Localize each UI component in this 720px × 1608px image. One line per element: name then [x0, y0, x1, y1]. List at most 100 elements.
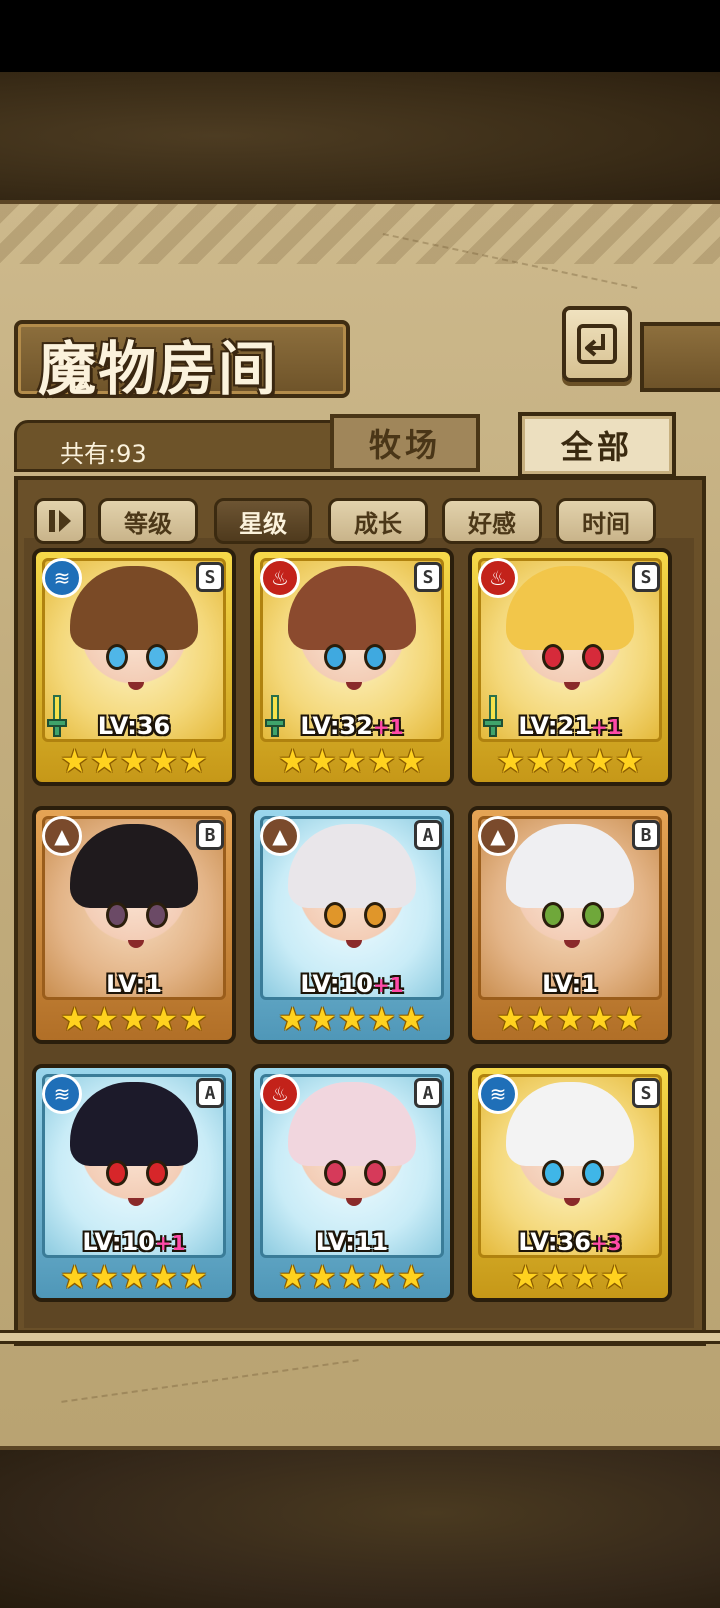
star-icon: ★	[496, 742, 525, 780]
monster-eye	[146, 1160, 168, 1186]
filter-time-button[interactable]: 时间	[556, 498, 656, 544]
rank-badge: A	[196, 1078, 224, 1108]
sort-order-button[interactable]	[34, 498, 86, 544]
level-value: LV:1	[542, 970, 598, 998]
star-rating: ★ ★ ★ ★ ★	[472, 1002, 668, 1036]
star-rating: ★ ★ ★ ★ ★	[472, 744, 668, 778]
monster-card[interactable]: ▲ B LV:1 ★ ★ ★ ★ ★	[32, 806, 236, 1044]
level-value: LV:1	[106, 970, 162, 998]
star-icon: ★	[525, 1000, 555, 1038]
level-label: LV:1	[36, 970, 232, 998]
level-bonus: +1	[154, 1231, 186, 1255]
monster-eye	[364, 902, 386, 928]
star-icon: ★	[525, 742, 555, 780]
level-bonus: +3	[590, 1231, 622, 1255]
star-icon: ★	[367, 1258, 397, 1296]
earth-element-icon: ▲	[260, 816, 300, 856]
star-icon: ★	[278, 742, 307, 780]
monster-card[interactable]: ≋ A LV:10+1 ★ ★ ★ ★ ★	[32, 1064, 236, 1302]
monster-eye	[324, 1160, 346, 1186]
monster-eye	[542, 902, 564, 928]
star-icon: ★	[337, 742, 367, 780]
filter-level-button[interactable]: 等级	[98, 498, 198, 544]
monster-eye	[106, 644, 128, 670]
monster-card[interactable]: ▲ B LV:1 ★ ★ ★ ★ ★	[468, 806, 672, 1044]
back-button[interactable]	[562, 306, 632, 382]
star-icon: ★	[60, 1000, 89, 1038]
star-icon: ★	[149, 1258, 179, 1296]
filter-affection-button[interactable]: 好感	[442, 498, 542, 544]
monster-eye	[582, 1160, 604, 1186]
star-icon: ★	[397, 1000, 426, 1038]
star-icon: ★	[307, 742, 337, 780]
monster-eye	[364, 644, 386, 670]
monster-card[interactable]: ♨ S LV:32+1 ★ ★ ★ ★ ★	[250, 548, 454, 786]
level-value: LV:32	[300, 712, 373, 740]
level-bonus: +1	[372, 715, 404, 739]
level-bonus: +1	[590, 715, 622, 739]
monster-card[interactable]: ≋ S LV:36+3 ★ ★ ★ ★	[468, 1064, 672, 1302]
level-value: LV:10	[82, 1228, 155, 1256]
star-icon: ★	[585, 1000, 615, 1038]
monster-eye	[146, 902, 168, 928]
monster-card[interactable]: ♨ A LV:11 ★ ★ ★ ★ ★	[250, 1064, 454, 1302]
monster-eye	[324, 902, 346, 928]
star-rating: ★ ★ ★ ★ ★	[36, 1002, 232, 1036]
level-label: LV:21+1	[472, 712, 668, 740]
page-title: 魔物房间	[38, 335, 279, 403]
map-background-bottom	[0, 1450, 720, 1608]
header-plate-right	[640, 322, 720, 392]
fire-element-icon: ♨	[478, 558, 518, 598]
rank-badge: B	[196, 820, 224, 850]
level-label: LV:36+3	[472, 1228, 668, 1256]
filter-star-button[interactable]: 星级	[214, 498, 312, 544]
rank-badge: S	[414, 562, 442, 592]
rank-badge: A	[414, 1078, 442, 1108]
star-rating: ★ ★ ★ ★ ★	[36, 1260, 232, 1294]
tab-farm[interactable]: 牧场	[330, 414, 480, 472]
rank-badge: A	[414, 820, 442, 850]
star-rating: ★ ★ ★ ★ ★	[254, 1260, 450, 1294]
level-label: LV:1	[472, 970, 668, 998]
rank-badge: S	[632, 562, 660, 592]
filter-growth-button[interactable]: 成长	[328, 498, 428, 544]
star-icon: ★	[555, 1000, 585, 1038]
star-icon: ★	[149, 1000, 179, 1038]
star-icon: ★	[367, 742, 397, 780]
star-icon: ★	[89, 742, 119, 780]
star-icon: ★	[119, 1258, 149, 1296]
star-icon: ★	[278, 1258, 307, 1296]
level-value: LV:36	[518, 1228, 591, 1256]
star-icon: ★	[307, 1258, 337, 1296]
rank-badge: S	[196, 562, 224, 592]
level-value: LV:11	[315, 1228, 389, 1256]
star-icon: ★	[179, 1258, 208, 1296]
panel-bottom-rail	[0, 1330, 720, 1344]
monster-card[interactable]: ≋ S LV:36 ★ ★ ★ ★ ★	[32, 548, 236, 786]
star-icon: ★	[60, 1258, 89, 1296]
star-icon: ★	[367, 1000, 397, 1038]
monster-eye	[364, 1160, 386, 1186]
star-icon: ★	[585, 742, 615, 780]
star-icon: ★	[555, 742, 585, 780]
star-icon: ★	[89, 1258, 119, 1296]
star-icon: ★	[179, 742, 208, 780]
star-rating: ★ ★ ★ ★ ★	[254, 744, 450, 778]
water-element-icon: ≋	[42, 558, 82, 598]
rank-badge: B	[632, 820, 660, 850]
earth-element-icon: ▲	[42, 816, 82, 856]
star-icon: ★	[119, 1000, 149, 1038]
fire-element-icon: ♨	[260, 1074, 300, 1114]
fire-element-icon: ♨	[260, 558, 300, 598]
monster-card[interactable]: ♨ S LV:21+1 ★ ★ ★ ★ ★	[468, 548, 672, 786]
back-arrow-icon	[577, 324, 617, 364]
water-element-icon: ≋	[478, 1074, 518, 1114]
star-icon: ★	[337, 1000, 367, 1038]
monster-card[interactable]: ▲ A LV:10+1 ★ ★ ★ ★ ★	[250, 806, 454, 1044]
star-icon: ★	[278, 1000, 307, 1038]
level-label: LV:10+1	[254, 970, 450, 998]
monster-count: 共有:93	[60, 440, 147, 468]
star-icon: ★	[89, 1000, 119, 1038]
star-icon: ★	[540, 1258, 570, 1296]
tab-all[interactable]: 全部	[518, 412, 676, 478]
